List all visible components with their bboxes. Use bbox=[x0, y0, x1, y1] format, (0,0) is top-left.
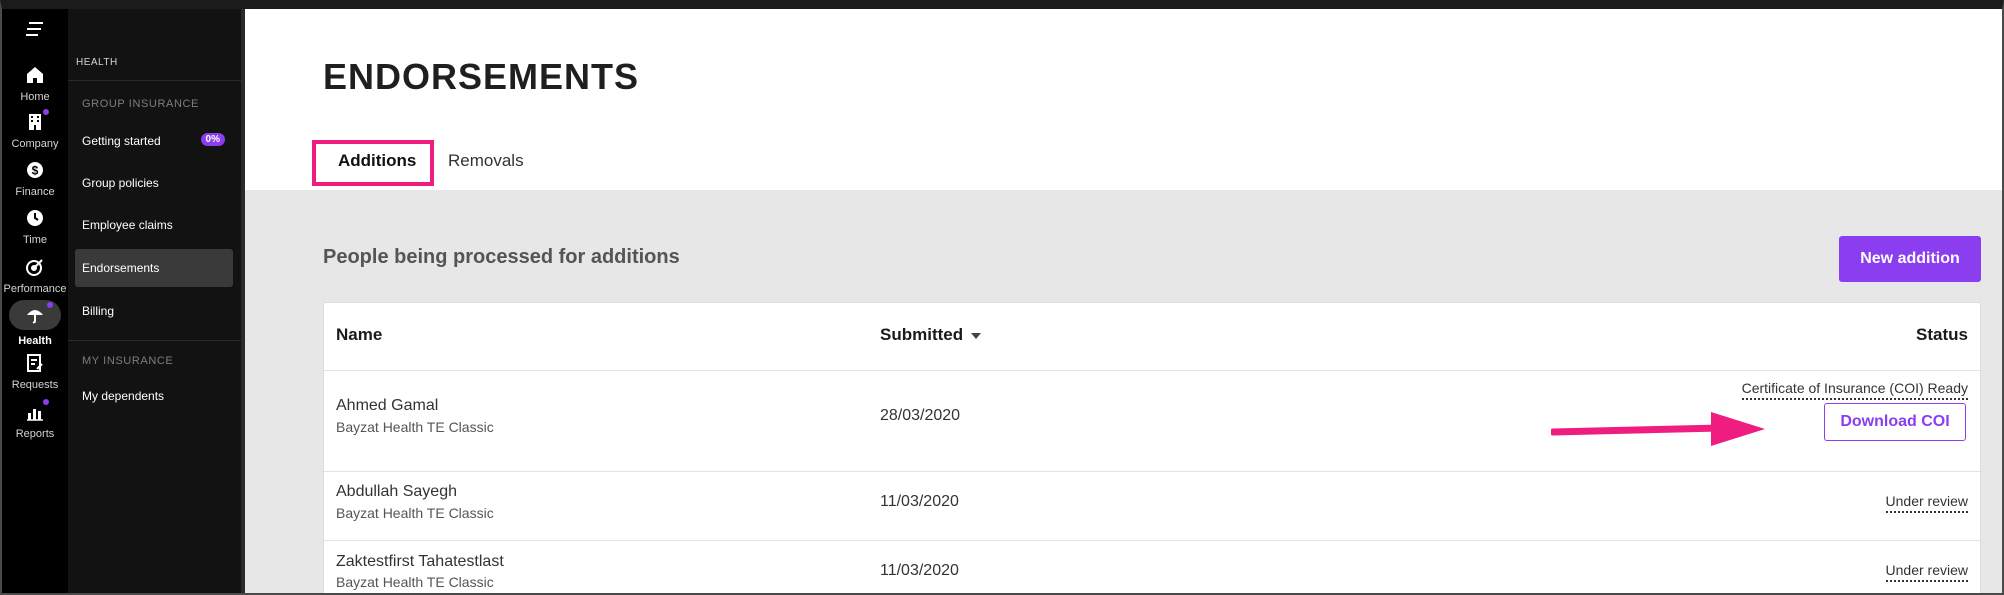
plan-name: Bayzat Health TE Classic bbox=[336, 505, 494, 521]
health-subnav: HEALTH GROUP INSURANCE Getting started 0… bbox=[68, 9, 241, 593]
annotation-highlight-box bbox=[312, 140, 434, 186]
employee-name: Zaktestfirst Tahatestlast bbox=[336, 553, 504, 570]
rail-label: Performance bbox=[3, 283, 67, 295]
subnav-item-label: My dependents bbox=[82, 389, 165, 403]
building-icon bbox=[24, 109, 49, 133]
rail-label: Finance bbox=[15, 186, 55, 198]
menu-icon bbox=[26, 22, 43, 36]
subnav-item-label: Getting started bbox=[82, 134, 161, 148]
annotation-arrow-icon bbox=[1551, 412, 1765, 446]
divider bbox=[68, 80, 241, 81]
icon-rail: Home Company $ Finance Time Performance … bbox=[2, 9, 68, 593]
subnav-item-employee-claims[interactable]: Employee claims bbox=[75, 206, 233, 244]
umbrella-icon bbox=[9, 300, 61, 330]
new-addition-button[interactable]: New addition bbox=[1839, 236, 1981, 282]
svg-text:$: $ bbox=[32, 164, 39, 178]
home-icon bbox=[24, 64, 46, 86]
subnav-section-heading: HEALTH bbox=[76, 57, 118, 68]
request-icon bbox=[24, 352, 46, 374]
column-header-label: Submitted bbox=[880, 325, 964, 344]
subnav-item-billing[interactable]: Billing bbox=[75, 292, 233, 330]
group-label-my-insurance: MY INSURANCE bbox=[82, 355, 174, 367]
employee-name: Abdullah Sayegh bbox=[336, 483, 457, 500]
menu-toggle[interactable] bbox=[2, 9, 68, 49]
section-title: People being processed for additions bbox=[323, 246, 680, 268]
subnav-item-label: Billing bbox=[82, 304, 115, 318]
subnav-item-endorsements[interactable]: Endorsements bbox=[75, 249, 233, 287]
progress-badge: 0% bbox=[200, 133, 225, 146]
subnav-item-group-policies[interactable]: Group policies bbox=[75, 164, 233, 202]
subnav-item-my-dependents[interactable]: My dependents bbox=[75, 377, 233, 415]
row-divider bbox=[324, 540, 1982, 541]
notification-dot bbox=[43, 109, 49, 115]
notification-dot bbox=[47, 302, 53, 308]
status-text[interactable]: Certificate of Insurance (COI) Ready bbox=[1741, 380, 1968, 400]
page-title: ENDORSEMENTS bbox=[323, 56, 640, 97]
rail-label: Reports bbox=[15, 428, 55, 440]
additions-panel: People being processed for additions New… bbox=[245, 190, 2002, 593]
dollar-icon: $ bbox=[24, 159, 46, 181]
main-content: ENDORSEMENTS Additions Removals People b… bbox=[245, 9, 2002, 593]
plan-name: Bayzat Health TE Classic bbox=[336, 574, 494, 590]
rail-label: Home bbox=[20, 91, 50, 103]
column-header-status[interactable]: Status bbox=[1916, 325, 1968, 345]
rail-label: Company bbox=[11, 138, 59, 150]
app-window: Home Company $ Finance Time Performance … bbox=[0, 0, 2004, 595]
column-header-name[interactable]: Name bbox=[336, 325, 382, 345]
column-header-submitted[interactable]: Submitted bbox=[880, 325, 982, 345]
rail-label: Requests bbox=[11, 379, 59, 391]
submitted-date: 11/03/2020 bbox=[880, 493, 959, 510]
subnav-item-getting-started[interactable]: Getting started 0% bbox=[75, 122, 233, 160]
tab-removals[interactable]: Removals bbox=[448, 151, 524, 171]
notification-dot bbox=[43, 399, 49, 405]
status-text[interactable]: Under review bbox=[1885, 493, 1968, 513]
status-text[interactable]: Under review bbox=[1885, 562, 1968, 582]
submitted-date: 28/03/2020 bbox=[880, 407, 961, 424]
subnav-item-label: Group policies bbox=[82, 176, 159, 190]
chart-icon bbox=[24, 399, 49, 423]
subnav-item-label: Employee claims bbox=[82, 218, 173, 232]
submitted-date: 11/03/2020 bbox=[880, 562, 959, 579]
row-divider bbox=[324, 370, 1982, 371]
rail-item-reports[interactable]: Reports bbox=[2, 395, 68, 455]
employee-name: Ahmed Gamal bbox=[336, 397, 439, 414]
rail-label: Time bbox=[22, 234, 48, 246]
plan-name: Bayzat Health TE Classic bbox=[336, 419, 494, 435]
download-coi-button[interactable]: Download COI bbox=[1824, 403, 1966, 441]
group-label-group-insurance: GROUP INSURANCE bbox=[82, 98, 199, 110]
subnav-item-label: Endorsements bbox=[82, 261, 160, 275]
divider bbox=[68, 340, 241, 341]
row-divider bbox=[324, 471, 1982, 472]
sort-down-icon bbox=[971, 332, 982, 339]
clock-icon bbox=[24, 207, 46, 229]
target-icon bbox=[24, 256, 46, 278]
